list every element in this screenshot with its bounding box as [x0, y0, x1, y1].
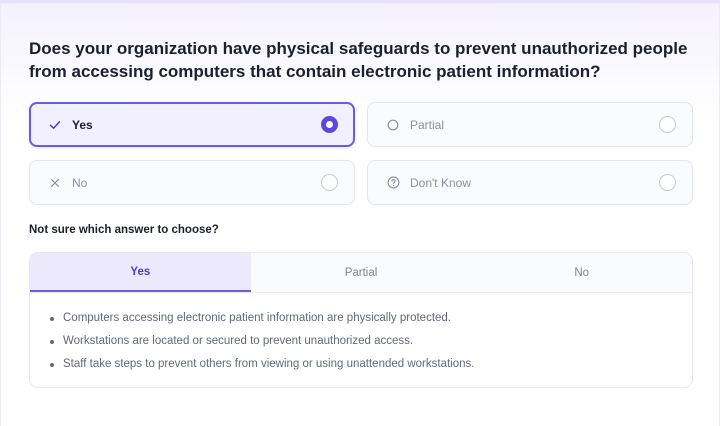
- circle-icon: [386, 118, 400, 132]
- answer-guide-panel: Yes Partial No Computers accessing elect…: [29, 252, 693, 388]
- bullet-dot: [50, 339, 54, 344]
- list-item: Computers accessing electronic patient i…: [50, 307, 692, 330]
- bullet-dot: [50, 362, 54, 367]
- option-partial[interactable]: Partial: [367, 102, 693, 147]
- option-dont-know-label: Don't Know: [410, 175, 471, 190]
- option-dont-know[interactable]: Don't Know: [367, 160, 693, 205]
- guide-hint: Not sure which answer to choose?: [29, 224, 219, 236]
- answer-guide-tabs: Yes Partial No: [30, 253, 692, 293]
- radio-partial[interactable]: [659, 116, 676, 133]
- guide-bullet-list: Computers accessing electronic patient i…: [30, 293, 692, 376]
- option-partial-label: Partial: [410, 117, 445, 132]
- option-no[interactable]: No: [29, 160, 355, 205]
- radio-dont-know[interactable]: [659, 174, 676, 191]
- question-title: Does your organization have physical saf…: [29, 39, 688, 81]
- question-card: Does your organization have physical saf…: [0, 0, 720, 426]
- list-item: Workstations are located or secured to p…: [50, 330, 692, 353]
- bullet-dot: [50, 316, 54, 321]
- option-yes[interactable]: Yes: [29, 102, 355, 147]
- check-icon: [48, 118, 62, 132]
- option-no-label: No: [72, 175, 88, 190]
- list-item: Staff take steps to prevent others from …: [50, 353, 692, 376]
- tab-yes[interactable]: Yes: [30, 253, 251, 292]
- bullet-text: Computers accessing electronic patient i…: [63, 312, 451, 324]
- tab-partial[interactable]: Partial: [250, 253, 472, 292]
- bullet-text: Staff take steps to prevent others from …: [63, 358, 475, 370]
- radio-no[interactable]: [321, 174, 338, 191]
- option-yes-label: Yes: [72, 117, 93, 132]
- x-icon: [48, 176, 62, 190]
- radio-yes[interactable]: [321, 116, 338, 133]
- bullet-text: Workstations are located or secured to p…: [63, 335, 414, 347]
- question-circle-icon: [386, 176, 400, 190]
- tab-no[interactable]: No: [471, 253, 692, 292]
